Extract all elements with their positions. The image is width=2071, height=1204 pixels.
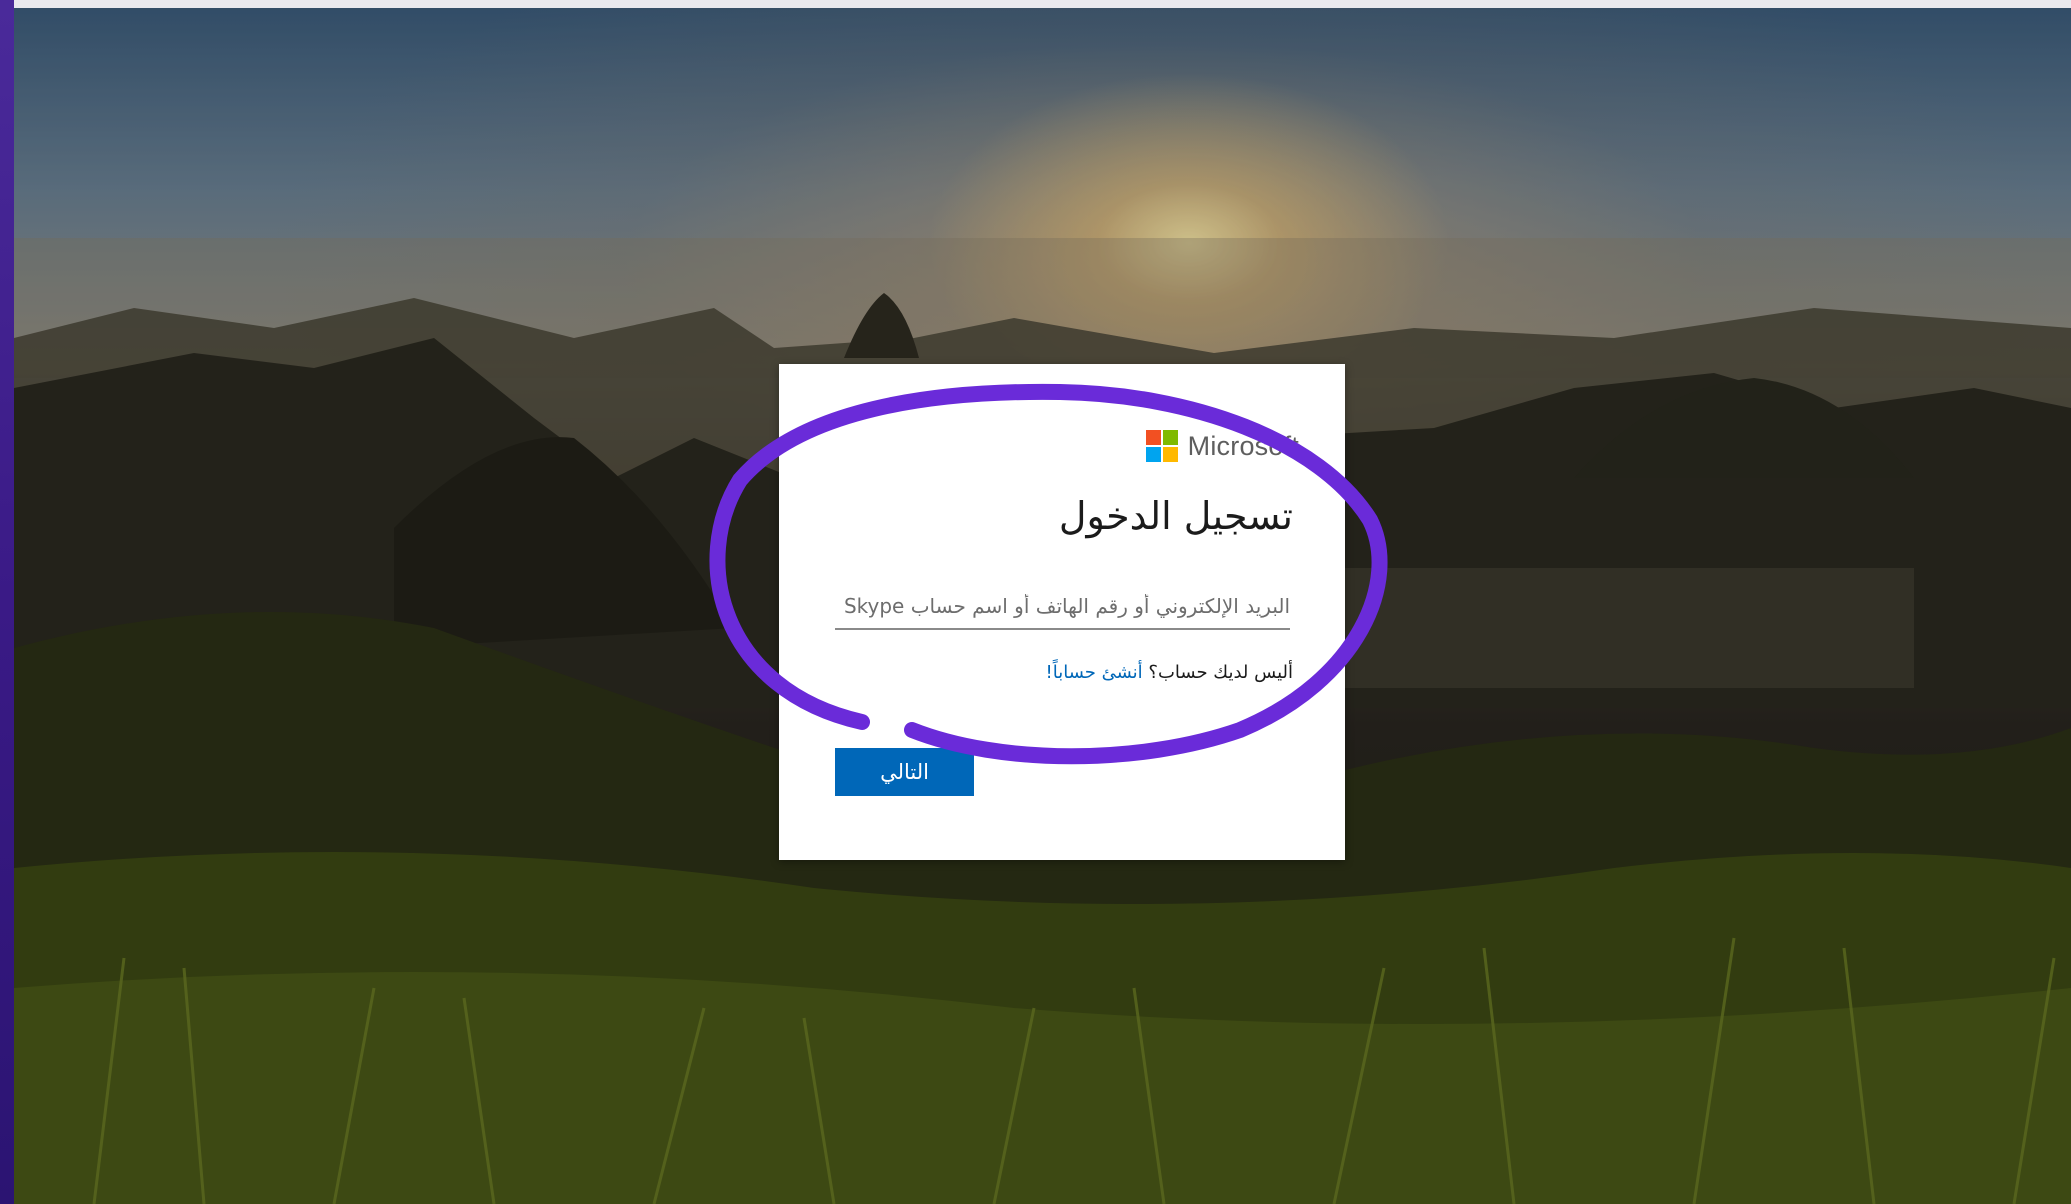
background-landscape: Microsoft تسجيل الدخول أليس لديك حساب؟ أ… (14, 8, 2071, 1204)
microsoft-logo-icon (1145, 430, 1178, 462)
microsoft-logo-text: Microsoft (1187, 430, 1299, 461)
no-account-text: أليس لديك حساب؟ (1148, 662, 1293, 683)
sign-in-card: Microsoft تسجيل الدخول أليس لديك حساب؟ أ… (779, 364, 1345, 860)
next-button[interactable]: التالي (835, 748, 974, 796)
top-border (14, 0, 2071, 8)
left-border (0, 0, 14, 1204)
screenshot-frame: Microsoft تسجيل الدخول أليس لديك حساب؟ أ… (0, 0, 2071, 1204)
sign-in-title: تسجيل الدخول (1058, 494, 1293, 538)
account-input[interactable] (835, 584, 1290, 630)
microsoft-logo: Microsoft (1145, 430, 1299, 462)
no-account-row: أليس لديك حساب؟ أنشئ حساباً! (1046, 662, 1294, 683)
create-account-link[interactable]: أنشئ حساباً! (1046, 662, 1143, 683)
